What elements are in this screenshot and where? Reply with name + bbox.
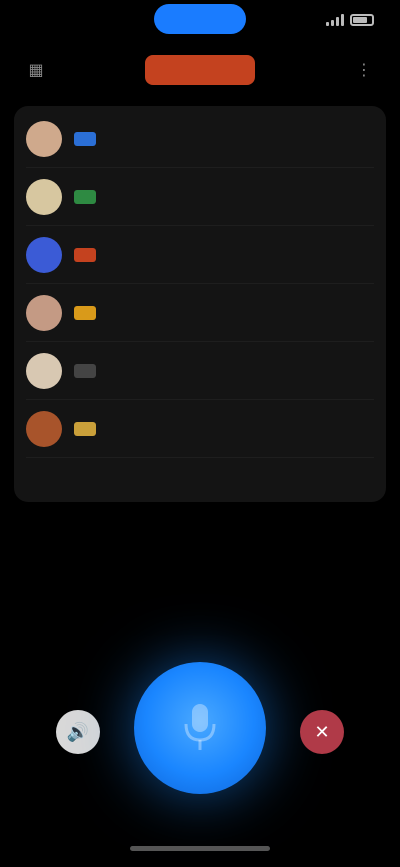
- list-item-body: [74, 305, 336, 320]
- list-item[interactable]: [26, 226, 374, 284]
- list-item[interactable]: [26, 400, 374, 458]
- status-badge: [74, 305, 96, 320]
- end-call-icon: ✕: [314, 721, 330, 742]
- avatar: [26, 410, 62, 447]
- end-call-button[interactable]: ✕: [300, 710, 344, 754]
- settings-icon[interactable]: ⋮: [350, 56, 378, 84]
- speaker-button[interactable]: 🔊: [56, 710, 100, 754]
- list-item-body: [74, 363, 336, 378]
- list-item-body: [74, 131, 336, 146]
- list-item-body: [74, 247, 336, 262]
- recording-badge[interactable]: [145, 55, 255, 85]
- microphone-icon: [184, 704, 216, 750]
- avatar: [26, 294, 62, 331]
- status-badge: [74, 363, 96, 378]
- app-screen: ▦ ⋮ 🔊 ✕: [0, 0, 400, 867]
- home-indicator[interactable]: [130, 846, 270, 851]
- mic-button[interactable]: [134, 662, 266, 794]
- avatar: [26, 120, 62, 157]
- participant-panel: [14, 106, 386, 502]
- speaker-icon: 🔊: [66, 721, 90, 742]
- list-item[interactable]: [26, 168, 374, 226]
- status-badge: [74, 421, 96, 436]
- list-item[interactable]: [26, 110, 374, 168]
- grid-icon[interactable]: ▦: [22, 56, 50, 84]
- call-pill[interactable]: [154, 4, 246, 34]
- avatar: [26, 236, 62, 273]
- status-badge: [74, 189, 96, 204]
- avatar: [26, 178, 62, 215]
- show-more-link[interactable]: [26, 468, 42, 476]
- top-bar: ▦ ⋮: [0, 50, 400, 90]
- avatar: [26, 352, 62, 389]
- status-badge: [74, 247, 96, 262]
- status-icons: [326, 14, 374, 26]
- list-item[interactable]: [26, 284, 374, 342]
- list-item-body: [74, 189, 336, 204]
- list-item-body: [74, 421, 336, 436]
- list-item[interactable]: [26, 342, 374, 400]
- status-badge: [74, 131, 96, 146]
- battery-icon: [350, 14, 374, 26]
- signal-icon: [326, 14, 344, 26]
